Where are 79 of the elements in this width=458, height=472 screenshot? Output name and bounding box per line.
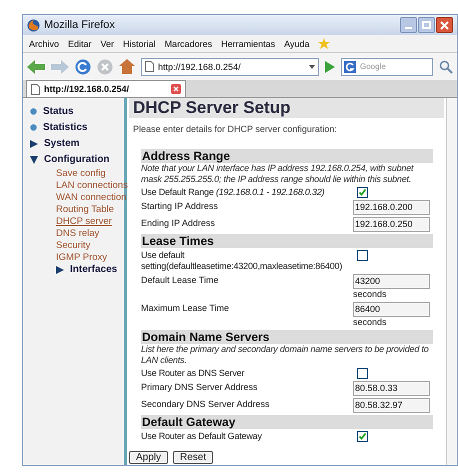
menu-item[interactable]: Marcadores: [164, 38, 212, 50]
nav-link[interactable]: DHCP server: [56, 216, 112, 226]
field-label: Default Lease Time: [141, 274, 220, 286]
star-icon[interactable]: [318, 38, 332, 50]
close-icon: [440, 20, 449, 30]
nav-link[interactable]: Security: [56, 240, 90, 250]
text-field[interactable]: 80.58.0.33: [353, 381, 430, 396]
section-heading: Lease Times: [141, 234, 433, 248]
menu-item[interactable]: Historial: [123, 38, 156, 50]
menu-item[interactable]: Ver: [100, 38, 114, 50]
go-icon[interactable]: [325, 60, 335, 72]
back-arrow-icon[interactable]: [27, 60, 45, 74]
menu-item[interactable]: Ayuda: [284, 38, 310, 50]
menu-item[interactable]: Editar: [68, 38, 92, 50]
field-label: Use default setting(defaultleasetime:43200,maxleasetime:86400): [141, 250, 344, 272]
field-label: Use Default Range (192.168.0.1 - 192.168.0.32): [141, 186, 326, 198]
search-icon[interactable]: [439, 60, 453, 74]
text-field[interactable]: 192.168.0.200: [353, 200, 430, 215]
checkbox[interactable]: [357, 186, 368, 198]
stop-icon[interactable]: [97, 58, 113, 74]
nav-item[interactable]: Statistics: [43, 122, 88, 134]
unit-label: seconds: [353, 317, 388, 328]
maximize-button[interactable]: [418, 17, 435, 33]
bullet-icon: [30, 124, 37, 131]
field-label: Use Router as DNS Server: [141, 368, 246, 378]
nav-item[interactable]: Configuration: [44, 154, 110, 166]
nav-link[interactable]: IGMP Proxy: [56, 252, 108, 262]
field-label: Use Router as Default Gateway: [141, 430, 263, 442]
nav-item[interactable]: System: [44, 138, 80, 150]
menu-item[interactable]: Archivo: [29, 38, 60, 50]
browser-logo-icon: [27, 18, 40, 32]
note-text: List here the primary and secondary domain name servers to be provided to LAN clients.: [141, 344, 430, 366]
section-heading: Address Range: [141, 149, 433, 163]
triangle-right-icon: [56, 266, 64, 274]
text-field[interactable]: 86400: [353, 302, 430, 317]
form-button[interactable]: Reset: [173, 451, 214, 464]
minimize-button[interactable]: [400, 17, 417, 33]
field-label: Starting IP Address: [141, 200, 219, 212]
page-icon: [31, 84, 40, 94]
field-label: Maximum Lease Time: [141, 302, 230, 314]
note-text: Note that your LAN interface has IP address 192.168.0.254, with subnet mask 255.255.255.0; the IP address range should lie within this subnet.: [141, 163, 415, 185]
address-field[interactable]: http://192.168.0.254/: [141, 58, 319, 76]
page-icon: [145, 61, 154, 72]
close-button[interactable]: [436, 17, 453, 33]
dropdown-icon[interactable]: [309, 64, 315, 68]
reload-icon[interactable]: [75, 58, 91, 74]
unit-label: seconds: [353, 289, 388, 300]
page-title: DHCP Server Setup: [129, 98, 444, 118]
nav-link[interactable]: Routing Table: [56, 204, 114, 214]
checkbox[interactable]: [357, 250, 368, 260]
home-icon[interactable]: [119, 59, 135, 74]
text-field[interactable]: 80.58.32.97: [353, 398, 430, 413]
close-icon: [173, 86, 179, 92]
field-label: Ending IP Address: [141, 217, 216, 229]
maximize-icon: [422, 21, 431, 29]
vertical-scrollbar[interactable]: [446, 98, 457, 465]
triangle-right-icon: [30, 140, 38, 148]
form-button[interactable]: Apply: [129, 451, 168, 464]
section-heading: Domain Name Servers: [141, 330, 433, 344]
nav-item[interactable]: Status: [43, 106, 74, 118]
nav-link[interactable]: Save config: [56, 168, 106, 178]
search-engine-icon: [344, 60, 356, 72]
section-heading: Default Gateway: [141, 415, 433, 429]
nav-link[interactable]: DNS relay: [56, 228, 100, 238]
intro-text: Please enter details for DHCP server configuration:: [132, 123, 338, 136]
checkbox[interactable]: [357, 430, 368, 442]
minimize-icon: [405, 27, 412, 29]
menu-item[interactable]: Herramientas: [221, 38, 276, 50]
text-field[interactable]: 192.168.0.250: [353, 217, 430, 232]
field-label: Secondary DNS Server Address: [141, 398, 271, 410]
triangle-down-icon: [30, 156, 38, 164]
window-title: Mozilla Firefox: [44, 19, 116, 31]
tab-close-button[interactable]: [171, 84, 181, 94]
checkbox[interactable]: [357, 368, 368, 378]
bullet-icon: [30, 108, 37, 115]
field-label: Primary DNS Server Address: [141, 381, 259, 393]
nav-item[interactable]: Interfaces: [70, 264, 118, 276]
text-field[interactable]: 43200: [353, 274, 430, 289]
browser-tab[interactable]: http://192.168.0.254/: [26, 80, 186, 97]
